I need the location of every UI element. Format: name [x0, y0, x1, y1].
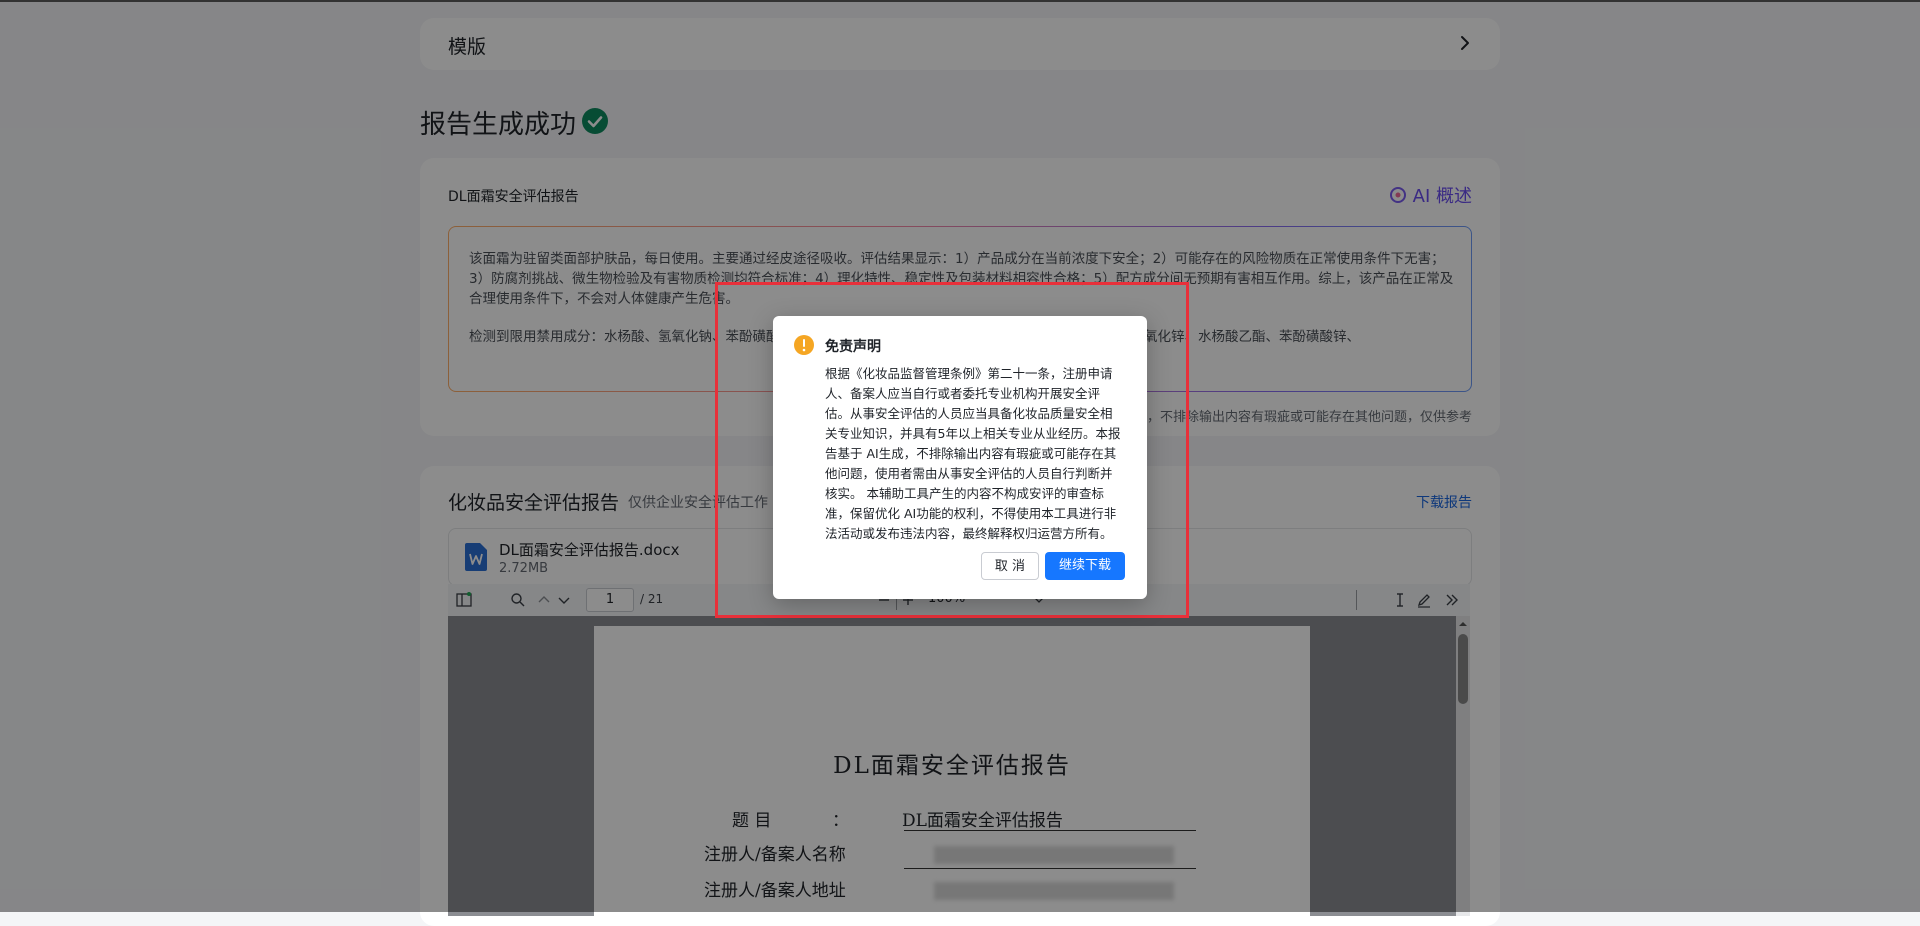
disclaimer-dialog: 免责声明 根据《化妆品监督管理条例》第二十一条，注册申请人、备案人应当自行或者委…	[773, 316, 1147, 599]
cancel-button[interactable]: 取 消	[981, 552, 1039, 580]
dialog-title: 免责声明	[825, 339, 881, 355]
warning-icon	[794, 335, 814, 355]
dialog-body: 根据《化妆品监督管理条例》第二十一条，注册申请人、备案人应当自行或者委托专业机构…	[825, 366, 1121, 541]
continue-download-button[interactable]: 继续下载	[1045, 552, 1125, 580]
